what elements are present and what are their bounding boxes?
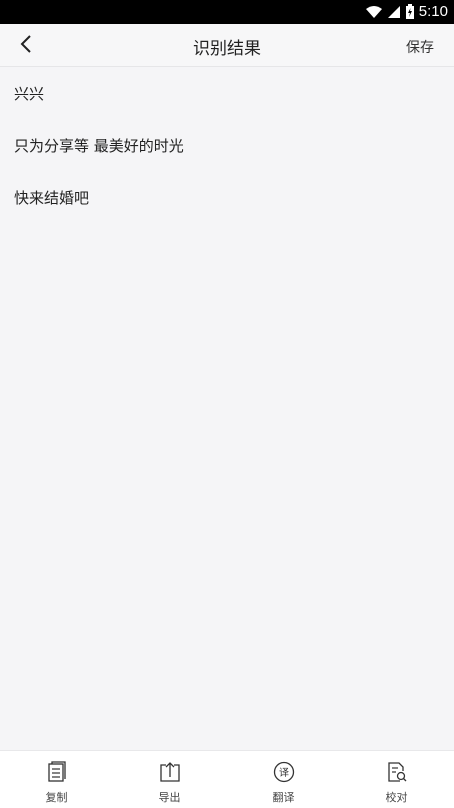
page-title: 识别结果 (193, 39, 261, 59)
translate-label: 翻译 (272, 791, 295, 804)
translate-icon: 译 (273, 761, 295, 783)
result-line: 只为分享等 最美好的时光 (14, 137, 184, 155)
result-line: 快来结婚吧 (14, 189, 90, 207)
copy-icon (48, 761, 66, 782)
export-label: 导出 (158, 791, 181, 804)
status-time: 5:10 (418, 3, 448, 20)
wifi-icon (365, 5, 382, 18)
status-bar: 5:10 (0, 0, 454, 24)
copy-label: 复制 (45, 791, 68, 804)
nav-bar: 识别结果 保存 (0, 24, 454, 67)
svg-text:译: 译 (279, 767, 289, 779)
bottom-toolbar: 复制 导出 译 翻译 校对 (0, 750, 454, 808)
battery-icon (405, 3, 414, 19)
translate-button[interactable]: 译 翻译 (227, 751, 340, 808)
status-icons: 5:10 (365, 3, 448, 20)
export-icon (160, 762, 180, 782)
save-button[interactable]: 保存 (406, 37, 434, 57)
export-button[interactable]: 导出 (113, 751, 226, 808)
result-line: 兴兴 (14, 85, 45, 103)
proofread-button[interactable]: 校对 (340, 751, 453, 808)
proofread-icon (388, 762, 407, 782)
proofread-label: 校对 (385, 791, 408, 804)
copy-button[interactable]: 复制 (0, 751, 113, 808)
signal-icon (387, 5, 400, 18)
